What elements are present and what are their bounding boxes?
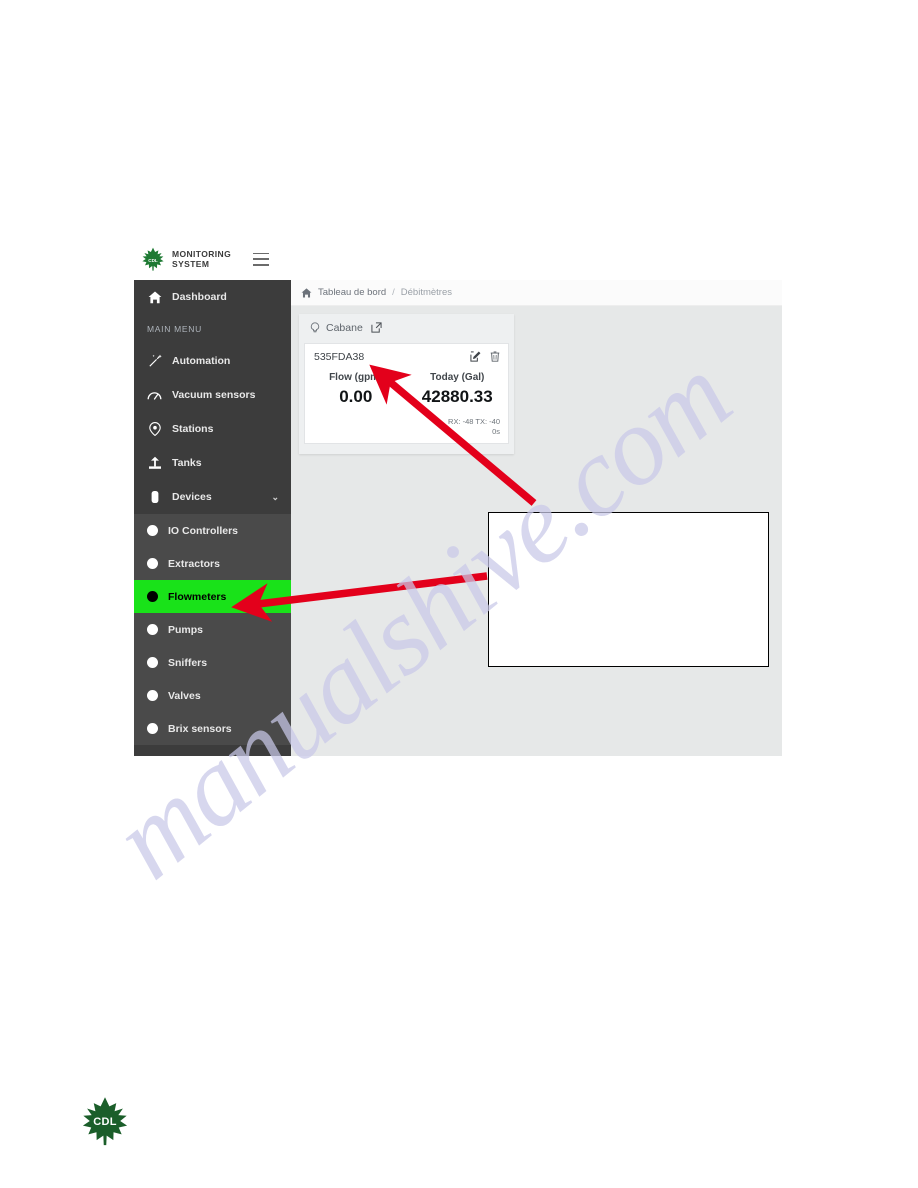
sidebar-subitem-label: Extractors <box>168 557 220 570</box>
sidebar-subitem-label: Brix sensors <box>168 722 232 735</box>
metric-value: 42880.33 <box>421 387 493 406</box>
metric-label: Today (Gal) <box>430 372 485 383</box>
metric-label: Flow (gpm) <box>329 372 383 383</box>
chevron-down-icon: ⌄ <box>271 491 279 502</box>
bullet-icon <box>147 690 158 701</box>
sidebar-item-label: Automation <box>172 355 231 367</box>
footer-logo-text: CDL <box>93 1116 117 1128</box>
card-actions <box>470 351 500 362</box>
hamburger-bar-3 <box>253 263 270 266</box>
bullet-icon <box>147 723 158 734</box>
sidebar-item-vacuum-sensors[interactable]: Vacuum sensors <box>134 378 291 412</box>
hamburger-bar-2 <box>253 258 270 260</box>
sidebar-subitem-label: Flowmeters <box>168 590 227 603</box>
app-topbar: CDL MONITORING SYSTEM <box>134 238 782 280</box>
annotation-callout-box <box>488 512 769 667</box>
home-icon <box>147 290 162 305</box>
hamburger-icon[interactable] <box>253 252 270 266</box>
sidebar-item-flowmeters[interactable]: Flowmeters <box>134 580 291 613</box>
sidebar-subitem-label: Valves <box>168 689 201 702</box>
leaf-logo-text: CDL <box>148 257 158 263</box>
device-icon <box>147 490 162 505</box>
map-pin-icon <box>310 321 320 334</box>
footer-cdl-logo: CDL <box>82 1096 128 1146</box>
station-header: Cabane <box>299 314 514 341</box>
station-panel: Cabane 535FDA38 Flow (gpm) 0.00 Today (G… <box>299 314 514 454</box>
signal-status: RX: -48 TX: -40 0s <box>448 417 500 437</box>
breadcrumb: Tableau de bord / Débitmètres <box>291 280 782 306</box>
metric-flow: Flow (gpm) 0.00 <box>305 370 407 408</box>
cdl-leaf-icon: CDL <box>142 247 164 271</box>
bullet-icon <box>147 657 158 668</box>
breadcrumb-item-flowmeters: Débitmètres <box>400 287 452 298</box>
sidebar-subitem-label: Pumps <box>168 623 204 636</box>
map-pin-icon <box>147 422 162 437</box>
sidebar-item-valves[interactable]: Valves <box>134 679 291 712</box>
bullet-icon <box>147 558 158 569</box>
home-icon <box>301 287 312 298</box>
sidebar-item-brix-sensors[interactable]: Brix sensors <box>134 712 291 745</box>
sidebar-item-pumps[interactable]: Pumps <box>134 613 291 646</box>
breadcrumb-separator: / <box>392 287 395 298</box>
application-window: CDL MONITORING SYSTEM Dashboard MAIN MEN… <box>134 238 782 756</box>
magic-wand-icon <box>147 354 162 369</box>
bullet-icon <box>147 525 158 536</box>
sidebar-item-tanks[interactable]: Tanks <box>134 446 291 480</box>
sidebar-item-stations[interactable]: Stations <box>134 412 291 446</box>
brand-title: MONITORING SYSTEM <box>172 249 231 269</box>
station-name: Cabane <box>326 321 363 334</box>
hamburger-bar-1 <box>253 252 270 255</box>
sidebar-item-label: Devices <box>172 491 212 503</box>
metric-today: Today (Gal) 42880.33 <box>407 370 509 408</box>
sidebar-item-sniffers[interactable]: Sniffers <box>134 646 291 679</box>
sidebar-subitem-label: IO Controllers <box>168 524 239 537</box>
sidebar-submenu-devices: IO Controllers Extractors Flowmeters Pum… <box>134 514 291 745</box>
breadcrumb-item-dashboard[interactable]: Tableau de bord <box>318 287 386 298</box>
sidebar-subitem-label: Sniffers <box>168 656 208 669</box>
bullet-icon <box>147 591 158 602</box>
sidebar-item-io-controllers[interactable]: IO Controllers <box>134 514 291 547</box>
edit-icon[interactable] <box>470 351 481 362</box>
tank-icon <box>147 456 162 471</box>
bullet-icon <box>147 624 158 635</box>
signal-age: 0s <box>492 427 500 436</box>
flowmeter-card[interactable]: 535FDA38 Flow (gpm) 0.00 Today (Gal) 428… <box>304 343 509 444</box>
sidebar-item-dashboard[interactable]: Dashboard <box>134 280 291 314</box>
sidebar-section-label: MAIN MENU <box>147 324 202 334</box>
brand-logo: CDL MONITORING SYSTEM <box>142 247 231 271</box>
sidebar-item-label: Dashboard <box>172 291 227 303</box>
signal-rx-tx: RX: -48 TX: -40 <box>448 417 500 426</box>
sidebar-item-automation[interactable]: Automation <box>134 344 291 378</box>
sidebar-nav: Dashboard MAIN MENU Automation Vacuum se… <box>134 280 291 756</box>
gauge-icon <box>147 388 162 403</box>
sidebar-item-devices[interactable]: Devices ⌄ <box>134 480 291 514</box>
external-link-icon[interactable] <box>371 322 382 333</box>
sidebar-item-extractors[interactable]: Extractors <box>134 547 291 580</box>
sidebar-item-label: Tanks <box>172 457 202 469</box>
flowmeter-metrics: Flow (gpm) 0.00 Today (Gal) 42880.33 <box>305 370 508 408</box>
flowmeter-id: 535FDA38 <box>314 351 365 363</box>
brand-line-1: MONITORING <box>172 249 232 259</box>
trash-icon[interactable] <box>490 351 500 362</box>
sidebar-item-label: Stations <box>172 423 214 435</box>
brand-line-2: SYSTEM <box>172 259 210 269</box>
sidebar-item-label: Vacuum sensors <box>172 389 256 401</box>
metric-value: 0.00 <box>339 387 373 406</box>
